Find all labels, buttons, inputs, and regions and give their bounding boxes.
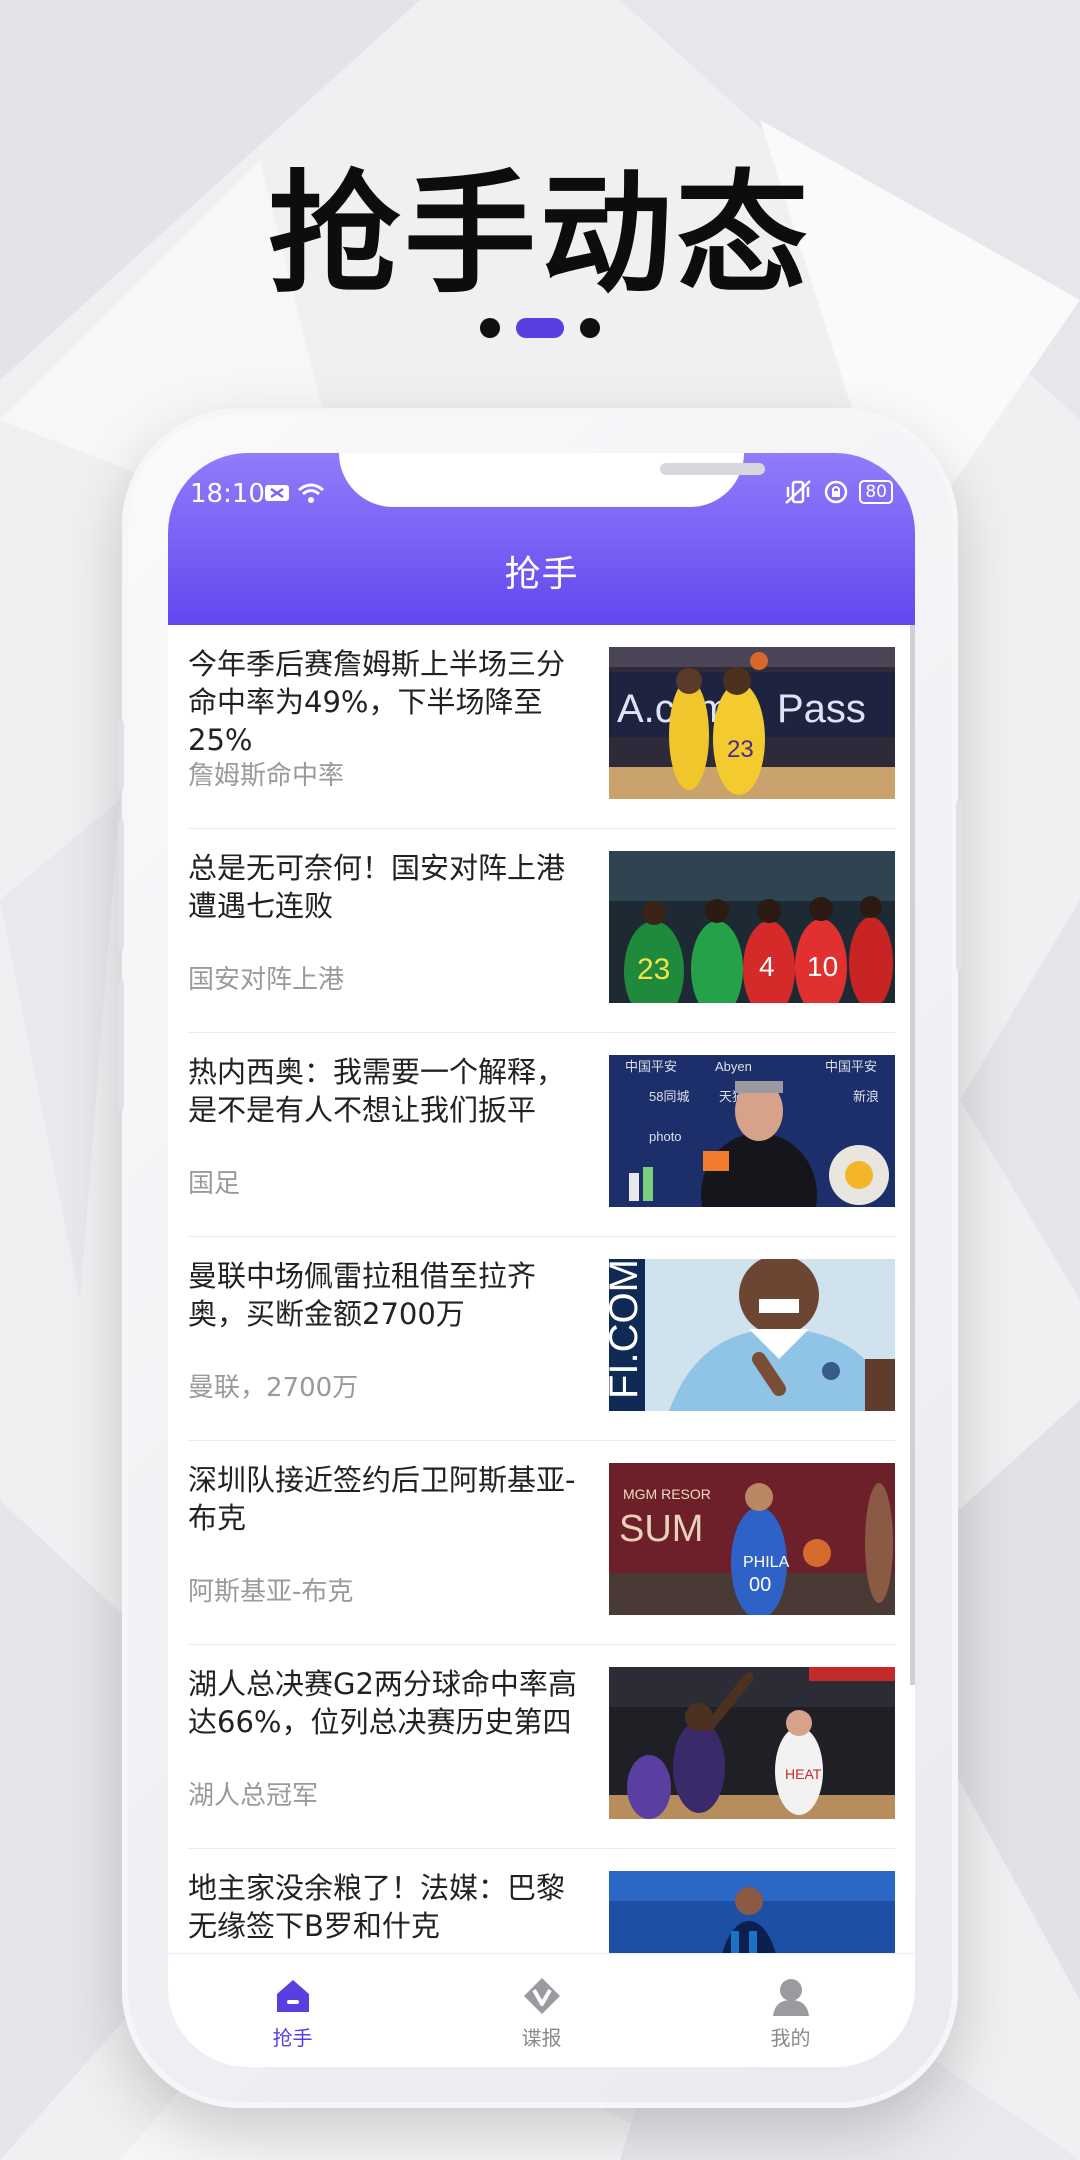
svg-text:58同城: 58同城 — [649, 1089, 689, 1104]
svg-text:PHILA: PHILA — [743, 1554, 790, 1571]
carousel-dot — [580, 318, 600, 338]
news-item[interactable]: 地主家没余粮了！法媒：巴黎无缘签下B罗和什克 — [188, 1849, 895, 1953]
news-list[interactable]: 今年季后赛詹姆斯上半场三分命中率为49%，下半场降至25% 詹姆斯命中率 A.c… — [168, 625, 915, 1953]
svg-text:MGM RESOR: MGM RESOR — [623, 1486, 711, 1502]
news-item[interactable]: 总是无可奈何！国安对阵上港遭遇七连败 国安对阵上港 23 4 10 — [188, 829, 895, 1033]
svg-text:新浪: 新浪 — [853, 1089, 879, 1104]
svg-text:中国平安: 中国平安 — [825, 1059, 877, 1074]
vibrate-mute-icon — [785, 480, 812, 504]
v-diamond-icon — [523, 1978, 560, 2014]
bottom-nav: 抢手 谍报 我的 — [168, 1953, 915, 2067]
wifi-icon — [298, 483, 324, 503]
news-title: 曼联中场佩雷拉租借至拉齐奥，买断金额2700万 — [188, 1259, 537, 1331]
nav-item-home[interactable]: 抢手 — [168, 1954, 417, 2067]
news-tag: 曼联，2700万 — [188, 1373, 359, 1403]
nav-label: 抢手 — [272, 2026, 313, 2050]
football-players-photo: 23 4 10 — [609, 851, 895, 1003]
news-tag: 詹姆斯命中率 — [188, 761, 345, 791]
news-title: 地主家没余粮了！法媒：巴黎无缘签下B罗和什克 — [188, 1871, 566, 1943]
phone-side-button — [118, 820, 124, 950]
carousel-dots — [0, 318, 1080, 338]
soccer-player-photo — [609, 1871, 895, 1953]
user-icon — [772, 1979, 809, 2016]
phone-side-button — [118, 720, 124, 790]
news-title: 深圳队接近签约后卫阿斯基亚-布克 — [188, 1463, 576, 1535]
status-right-icons: 80 — [783, 479, 893, 505]
nav-item-intel[interactable]: 谍报 — [417, 1954, 666, 2067]
news-tag: 国安对阵上港 — [188, 965, 345, 995]
carousel-dot — [480, 318, 500, 338]
svg-text:HEAT: HEAT — [785, 1766, 822, 1782]
svg-text:00: 00 — [749, 1574, 771, 1596]
svg-text:photo: photo — [649, 1129, 682, 1144]
news-title: 总是无可奈何！国安对阵上港遭遇七连败 — [188, 851, 566, 923]
svg-text:4: 4 — [759, 951, 775, 982]
carousel-dot-active — [516, 318, 564, 338]
phone-notch — [339, 453, 765, 507]
press-conference-photo: 中国平安 Abyen 中国平安 58同城 天猫 新浪 photo — [609, 1055, 895, 1207]
status-left-icons — [264, 481, 326, 505]
svg-text:SUM: SUM — [619, 1508, 703, 1550]
news-title: 热内西奥：我需要一个解释，是不是有人不想让我们扳平 — [188, 1055, 566, 1127]
app-title: 抢手 — [504, 554, 579, 595]
phone-power-button — [956, 800, 962, 970]
svg-text:中国平安: 中国平安 — [625, 1059, 677, 1074]
promo-headline: 抢手动态 — [268, 157, 812, 312]
player-jersey-photo: FI.COM — [609, 1259, 895, 1411]
notification-icon — [265, 485, 289, 501]
news-thumbnail: 中国平安 Abyen 中国平安 58同城 天猫 新浪 photo — [609, 1055, 895, 1207]
status-time: 18:10 — [190, 479, 265, 509]
rotation-lock-icon — [825, 480, 848, 504]
news-tag: 阿斯基亚-布克 — [188, 1577, 354, 1607]
news-item[interactable]: 今年季后赛詹姆斯上半场三分命中率为49%，下半场降至25% 詹姆斯命中率 A.c… — [188, 625, 895, 829]
news-item[interactable]: 深圳队接近签约后卫阿斯基亚-布克 阿斯基亚-布克 MGM RESOR SUM P… — [188, 1441, 895, 1645]
svg-text:23: 23 — [727, 736, 754, 763]
news-thumbnail: 23 4 10 — [609, 851, 895, 1003]
svg-text:FI.COM: FI.COM — [609, 1259, 646, 1399]
phone-side-button — [118, 980, 124, 1110]
nav-label: 我的 — [770, 2026, 811, 2050]
news-thumbnail: MGM RESOR SUM PHILA 00 — [609, 1463, 895, 1615]
news-thumbnail — [609, 1871, 895, 1953]
svg-text:Abyen: Abyen — [715, 1059, 752, 1074]
nav-item-profile[interactable]: 我的 — [666, 1954, 915, 2067]
svg-text:10: 10 — [807, 951, 838, 982]
basketball-player-photo: MGM RESOR SUM PHILA 00 — [609, 1463, 895, 1615]
battery-indicator: 80 — [859, 480, 893, 504]
news-title: 今年季后赛詹姆斯上半场三分命中率为49%，下半场降至25% — [188, 647, 566, 757]
basketball-players-photo: A.com Pass 23 — [609, 647, 895, 799]
news-title: 湖人总决赛G2两分球命中率高达66%，位列总决赛历史第四 — [188, 1667, 577, 1739]
news-thumbnail: HEAT — [609, 1667, 895, 1819]
news-thumbnail: FI.COM — [609, 1259, 895, 1411]
svg-text:Pass: Pass — [777, 687, 866, 731]
news-item[interactable]: 热内西奥：我需要一个解释，是不是有人不想让我们扳平 国足 中国平安 Abyen 中国… — [188, 1033, 895, 1237]
svg-text:23: 23 — [637, 953, 670, 986]
news-tag: 国足 — [188, 1169, 241, 1199]
news-item[interactable]: 曼联中场佩雷拉租借至拉齐奥，买断金额2700万 曼联，2700万 FI.COM — [188, 1237, 895, 1441]
app-header: 18:10 80 抢手 — [168, 453, 915, 625]
home-icon — [276, 1980, 309, 2012]
earpiece-speaker — [660, 463, 765, 475]
news-item[interactable]: 湖人总决赛G2两分球命中率高达66%，位列总决赛历史第四 湖人总冠军 HEAT — [188, 1645, 895, 1849]
news-thumbnail: A.com Pass 23 — [609, 647, 895, 799]
basketball-dunk-photo: HEAT — [609, 1667, 895, 1819]
phone-screen: 18:10 80 抢手 今年季后赛詹姆斯上半场三分命中率为49%，下半场降至25… — [168, 453, 915, 2067]
nav-label: 谍报 — [521, 2026, 562, 2050]
scrollbar[interactable] — [910, 625, 915, 1685]
news-tag: 湖人总冠军 — [188, 1781, 319, 1811]
